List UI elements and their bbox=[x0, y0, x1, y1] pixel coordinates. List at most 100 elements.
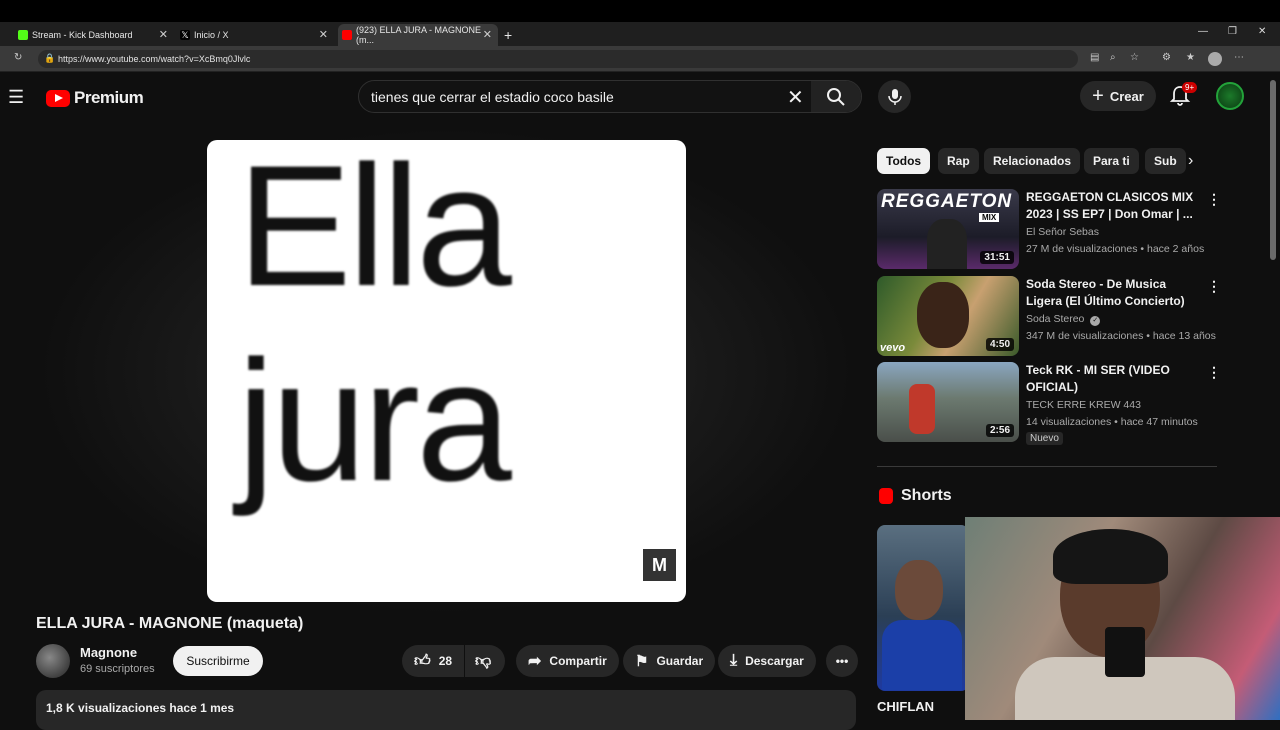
minimize-icon[interactable]: — bbox=[1198, 26, 1208, 37]
chip-todos[interactable]: Todos bbox=[877, 148, 931, 174]
webcam-overlay bbox=[965, 517, 1280, 720]
chip-para-ti[interactable]: Para ti bbox=[1084, 148, 1139, 174]
subscriber-count: 69 suscriptores bbox=[80, 663, 155, 675]
recommendation-title[interactable]: REGGAETON CLASICOS MIX 2023 | SS EP7 | D… bbox=[1026, 189, 1196, 223]
recommendation-meta: 14 visualizaciones • hace 47 minutos bbox=[1026, 416, 1198, 428]
more-actions-button[interactable]: ••• bbox=[826, 645, 858, 677]
os-top-strip bbox=[0, 0, 1280, 22]
search-box: ✕ bbox=[358, 80, 862, 113]
clear-search-icon[interactable]: ✕ bbox=[787, 85, 804, 110]
tab-title: Inicio / X bbox=[194, 30, 229, 40]
plus-icon: + bbox=[1092, 84, 1104, 107]
download-button[interactable]: ⤓ Descargar bbox=[718, 645, 816, 677]
video-thumbnail[interactable]: vevo 4:50 bbox=[877, 276, 1019, 356]
more-icon[interactable]: ⋯ bbox=[1234, 52, 1244, 63]
verified-icon: ✓ bbox=[1090, 316, 1101, 326]
frame-text-line-1: Ella bbox=[237, 140, 512, 322]
dislike-button[interactable]: 👎︎ bbox=[465, 645, 505, 677]
youtube-logo[interactable]: Premium bbox=[46, 88, 144, 108]
channel-watermark[interactable]: M bbox=[643, 549, 676, 581]
recommendation-meta: 347 M de visualizaciones • hace 13 años bbox=[1026, 330, 1216, 342]
reload-icon[interactable]: ↻ bbox=[14, 52, 22, 63]
frame-text-line-2: jura bbox=[237, 325, 512, 517]
short-title[interactable]: CHIFLAN bbox=[877, 699, 934, 714]
recommendation-channel[interactable]: TECK ERRE KREW 443 bbox=[1026, 399, 1141, 411]
short-thumbnail[interactable] bbox=[877, 525, 969, 691]
reader-icon[interactable]: ▤ bbox=[1090, 52, 1099, 63]
page-scrollbar[interactable] bbox=[1270, 80, 1276, 260]
youtube-play-icon bbox=[46, 89, 70, 107]
search-button[interactable] bbox=[811, 81, 861, 112]
kebab-menu-icon[interactable]: ⋮ bbox=[1207, 364, 1221, 381]
close-icon[interactable]: ✕ bbox=[483, 28, 492, 41]
webcam-hair bbox=[1053, 529, 1168, 584]
recommendation-channel[interactable]: Soda Stereo ✓ bbox=[1026, 313, 1101, 326]
maximize-icon[interactable]: ❐ bbox=[1228, 26, 1237, 37]
description-box[interactable]: 1,8 K visualizaciones hace 1 mes bbox=[36, 690, 856, 730]
tab-x[interactable]: 𝕏 Inicio / X ✕ bbox=[176, 24, 334, 46]
thumbnail-figure bbox=[895, 560, 943, 620]
like-button[interactable]: 👍︎ 28 bbox=[402, 645, 464, 677]
star-icon[interactable]: ☆ bbox=[1130, 52, 1139, 63]
save-label: Guardar bbox=[656, 654, 704, 668]
new-tab-button[interactable]: + bbox=[500, 24, 520, 46]
share-button[interactable]: ➦ Compartir bbox=[516, 645, 619, 677]
recommendation-channel[interactable]: El Señor Sebas bbox=[1026, 226, 1099, 238]
shorts-heading: Shorts bbox=[879, 487, 952, 505]
channel-avatar[interactable] bbox=[36, 644, 70, 678]
duration-badge: 31:51 bbox=[980, 251, 1014, 264]
tab-kick[interactable]: Stream - Kick Dashboard ✕ bbox=[14, 24, 174, 46]
video-thumbnail[interactable]: 2:56 bbox=[877, 362, 1019, 442]
video-frame[interactable]: Ella jura M bbox=[207, 140, 686, 602]
recommendation-meta: 27 M de visualizaciones • hace 2 años bbox=[1026, 243, 1205, 255]
voice-search-button[interactable] bbox=[878, 80, 911, 113]
url-field[interactable]: 🔒 https://www.youtube.com/watch?v=XcBmq0… bbox=[38, 50, 1078, 68]
create-button[interactable]: + Crear bbox=[1080, 81, 1156, 111]
create-label: Crear bbox=[1109, 88, 1144, 104]
thumbnail-figure bbox=[917, 282, 969, 348]
chip-sub[interactable]: Sub bbox=[1145, 148, 1186, 174]
search-input[interactable] bbox=[371, 87, 781, 107]
channel-label: Soda Stereo bbox=[1026, 313, 1085, 325]
like-count: 28 bbox=[438, 654, 453, 668]
chevron-right-icon[interactable]: › bbox=[1188, 152, 1193, 170]
hamburger-menu-icon[interactable]: ☰ bbox=[8, 87, 24, 108]
video-title: ELLA JURA - MAGNONE (maqueta) bbox=[36, 615, 304, 632]
new-badge: Nuevo bbox=[1026, 432, 1063, 445]
kebab-menu-icon[interactable]: ⋮ bbox=[1207, 278, 1221, 295]
close-icon[interactable]: ✕ bbox=[159, 28, 168, 41]
duration-badge: 2:56 bbox=[985, 424, 1014, 437]
window-close-icon[interactable]: ✕ bbox=[1258, 26, 1266, 37]
extensions-icon[interactable]: ⚙ bbox=[1162, 52, 1171, 63]
kebab-menu-icon[interactable]: ⋮ bbox=[1207, 191, 1221, 208]
filter-chips: Todos Rap Relacionados Para ti Sub bbox=[877, 148, 1217, 174]
zoom-icon[interactable]: ⌕ bbox=[1110, 52, 1116, 63]
profile-icon[interactable] bbox=[1208, 52, 1222, 66]
chip-relacionados[interactable]: Relacionados bbox=[984, 148, 1081, 174]
thumbnail-text: REGGAETON bbox=[881, 191, 1013, 212]
channel-name[interactable]: Magnone bbox=[80, 645, 137, 660]
youtube-header: ☰ Premium ✕ + Crear 9+ bbox=[0, 72, 1280, 120]
recommendation-item[interactable]: REGGAETON MIX 31:51 REGGAETON CLASICOS M… bbox=[877, 189, 1221, 271]
duration-badge: 4:50 bbox=[985, 338, 1014, 351]
close-icon[interactable]: ✕ bbox=[319, 28, 328, 41]
shorts-icon bbox=[879, 488, 893, 504]
tab-title: Stream - Kick Dashboard bbox=[32, 30, 133, 40]
subscribe-button[interactable]: Suscribirme bbox=[173, 646, 263, 676]
thumbs-down-icon: 👎︎ bbox=[475, 652, 492, 670]
recommendation-item[interactable]: 2:56 Teck RK - MI SER (VIDEO OFICIAL) TE… bbox=[877, 362, 1221, 452]
chip-rap[interactable]: Rap bbox=[938, 148, 979, 174]
section-divider bbox=[877, 466, 1217, 467]
microphone-icon bbox=[887, 88, 902, 105]
tab-youtube[interactable]: (923) ELLA JURA - MAGNONE (m... ✕ bbox=[338, 24, 498, 46]
save-button[interactable]: ⚑ Guardar bbox=[623, 645, 716, 677]
download-label: Descargar bbox=[745, 654, 804, 668]
video-thumbnail[interactable]: REGGAETON MIX 31:51 bbox=[877, 189, 1019, 269]
notification-count-badge: 9+ bbox=[1182, 82, 1198, 93]
recommendation-title[interactable]: Soda Stereo - De Musica Ligera (El Últim… bbox=[1026, 276, 1196, 310]
recommendation-item[interactable]: vevo 4:50 Soda Stereo - De Musica Ligera… bbox=[877, 276, 1221, 358]
account-avatar[interactable] bbox=[1216, 82, 1244, 110]
recommendation-title[interactable]: Teck RK - MI SER (VIDEO OFICIAL) bbox=[1026, 362, 1196, 396]
thumbs-up-icon: 👍︎ bbox=[414, 652, 431, 670]
favorites-icon[interactable]: ★ bbox=[1186, 52, 1195, 63]
